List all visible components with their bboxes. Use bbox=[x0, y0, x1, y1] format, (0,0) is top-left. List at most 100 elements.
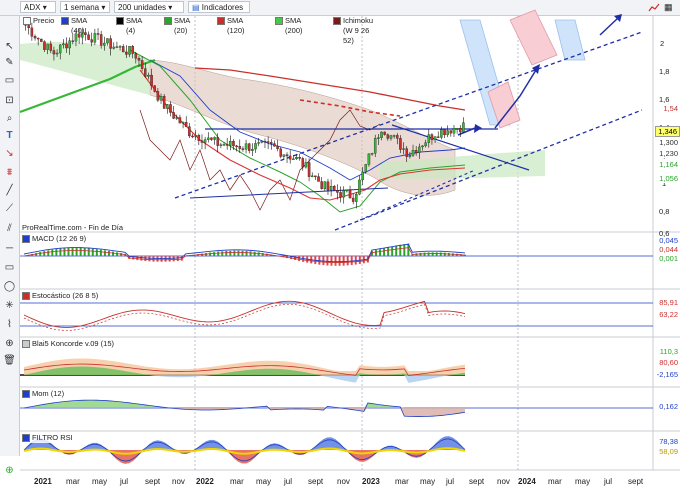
candle-body bbox=[345, 189, 349, 192]
candle-body bbox=[307, 162, 311, 177]
candle-body bbox=[421, 145, 424, 148]
candle-body bbox=[247, 143, 251, 151]
candle-body bbox=[323, 181, 327, 189]
macd-bar bbox=[140, 256, 143, 261]
candle-body bbox=[310, 175, 314, 178]
macd-bar bbox=[423, 252, 426, 256]
candle-body bbox=[219, 144, 223, 146]
legend-item-sma40[interactable]: SMA (40) bbox=[60, 16, 87, 35]
candle-body bbox=[172, 112, 175, 119]
macd-title[interactable]: MACD (12 26 9) bbox=[21, 234, 87, 244]
x-tick: nov bbox=[497, 477, 510, 486]
candle-body bbox=[166, 104, 169, 109]
candle-body bbox=[115, 46, 119, 48]
price-tick: 1,6 bbox=[659, 95, 670, 104]
legend-swatch bbox=[164, 17, 172, 25]
candle-body bbox=[380, 131, 383, 138]
legend-item-sma200[interactable]: SMA (200) bbox=[274, 16, 303, 35]
macd-bar bbox=[67, 247, 70, 256]
price-tick: 0,8 bbox=[659, 207, 670, 216]
price-tag-sma120: 1,54 bbox=[661, 104, 680, 113]
candle-body bbox=[229, 140, 232, 146]
macd-bar bbox=[87, 248, 90, 256]
koncorde-value-1: 110,3 bbox=[659, 347, 678, 356]
candle-body bbox=[351, 197, 355, 202]
x-tick: jul bbox=[120, 477, 129, 486]
panel-swatch bbox=[22, 390, 30, 398]
candle-body bbox=[203, 139, 207, 143]
panel-title-text: Blai5 Koncorde v.09 (15) bbox=[32, 339, 114, 348]
rsi-value-2: 58,09 bbox=[659, 447, 678, 456]
candle-body bbox=[62, 43, 65, 46]
candle-body bbox=[414, 150, 418, 153]
candle-body bbox=[424, 142, 427, 147]
koncorde-title[interactable]: Blai5 Koncorde v.09 (15) bbox=[21, 339, 114, 349]
candle-body bbox=[49, 43, 53, 51]
candle-body bbox=[292, 158, 295, 161]
stoch-title[interactable]: Estocástico (26 8 5) bbox=[21, 291, 99, 301]
candle-body bbox=[147, 74, 150, 77]
candle-body bbox=[279, 148, 282, 157]
macd-bar bbox=[116, 252, 119, 256]
x-tick: jul bbox=[604, 477, 613, 486]
candle-body bbox=[427, 134, 431, 143]
candle-body bbox=[99, 34, 103, 46]
candle-body bbox=[46, 43, 49, 50]
legend-item-sma120[interactable]: SMA (120) bbox=[216, 16, 245, 35]
candle-body bbox=[40, 38, 43, 42]
x-tick: mar bbox=[548, 477, 562, 486]
macd-bar bbox=[71, 247, 74, 256]
legend-swatch bbox=[116, 17, 124, 25]
candle-body bbox=[140, 60, 144, 69]
macd-bar bbox=[136, 256, 139, 261]
macd-bar bbox=[326, 256, 329, 266]
candle-body bbox=[295, 157, 298, 160]
macd-bar bbox=[217, 251, 220, 256]
candle-body bbox=[162, 96, 166, 109]
candle-body bbox=[121, 46, 125, 53]
projection-arrow-3 bbox=[599, 17, 619, 36]
candle-body bbox=[232, 140, 235, 147]
candle-body bbox=[251, 148, 254, 151]
candle-body bbox=[191, 135, 194, 138]
candle-body bbox=[336, 190, 339, 193]
macd-bar bbox=[403, 244, 406, 256]
chart-canvas[interactable] bbox=[0, 0, 680, 488]
macd-bar bbox=[209, 252, 212, 256]
macd-plot bbox=[23, 243, 466, 266]
x-tick: sept bbox=[628, 477, 644, 486]
macd-bar bbox=[39, 252, 42, 256]
macd-bar bbox=[120, 253, 123, 256]
macd-bar bbox=[261, 252, 264, 256]
candle-body bbox=[137, 58, 141, 61]
legend-label: SMA (120) bbox=[227, 16, 245, 35]
legend-item-sma4[interactable]: SMA (4) bbox=[115, 16, 142, 35]
candle-body bbox=[96, 33, 100, 35]
rsi-title[interactable]: FILTRO RSI bbox=[21, 433, 73, 443]
macd-bar bbox=[322, 256, 325, 266]
legend-item-ichimoku[interactable]: Ichimoku (W 9 26 52) bbox=[332, 16, 373, 45]
candle-body bbox=[408, 155, 412, 157]
panel-title-text: MACD (12 26 9) bbox=[32, 234, 87, 243]
legend-item-price[interactable]: Precio bbox=[22, 16, 54, 26]
candle-body bbox=[333, 186, 336, 191]
candle-body bbox=[443, 129, 446, 136]
candle-body bbox=[402, 148, 405, 150]
mom-title[interactable]: Mom (12) bbox=[21, 389, 65, 399]
candle-body bbox=[257, 142, 260, 144]
legend-item-sma20[interactable]: SMA (20) bbox=[163, 16, 190, 35]
macd-bar bbox=[225, 251, 228, 256]
candle-body bbox=[370, 153, 374, 155]
stoch-k bbox=[23, 300, 466, 328]
price-tick: 2 bbox=[660, 39, 665, 48]
candle-body bbox=[449, 130, 453, 134]
candle-body bbox=[188, 126, 191, 137]
candle-body bbox=[383, 131, 386, 135]
candle-body bbox=[418, 146, 421, 153]
macd-bar bbox=[427, 252, 430, 256]
candle-body bbox=[58, 44, 62, 54]
candle-body bbox=[433, 136, 437, 140]
macd-bar bbox=[338, 256, 341, 266]
candle-body bbox=[106, 38, 109, 44]
rsi-area-blue bbox=[24, 436, 465, 450]
